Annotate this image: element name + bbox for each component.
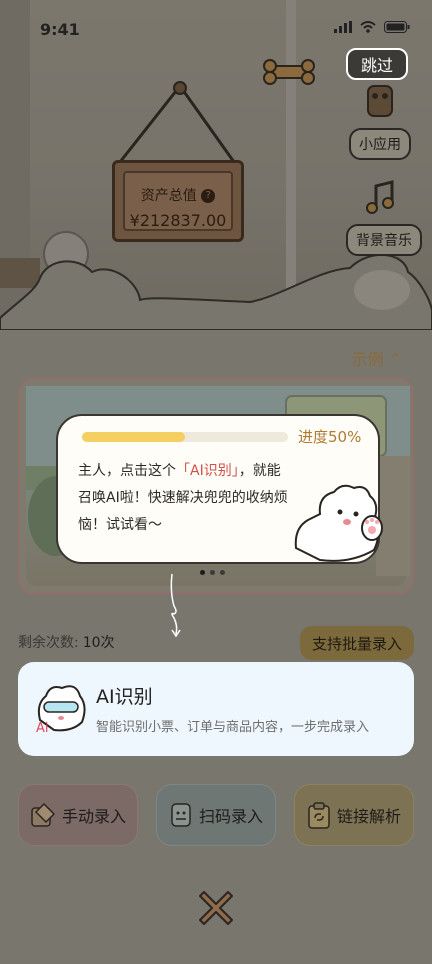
tooltip-text: 主人，点击这个「AI识别」，就能召唤AI啦！快速解决兜兜的收纳烦恼！试试看～: [78, 458, 288, 539]
status-time: 9:41: [40, 20, 80, 39]
progress-label: 进度50%: [298, 428, 362, 446]
ai-card-description: 智能识别小票、订单与商品内容，一步完成录入: [96, 720, 370, 735]
carousel-dot[interactable]: [210, 570, 215, 575]
remaining-value: 10次: [82, 635, 115, 651]
asset-sign: 资产总值 ? ¥212837.00: [112, 160, 244, 242]
scan-entry-label: 扫码录入: [198, 807, 263, 826]
tooltip-highlight: 「AI识别」: [176, 463, 239, 479]
status-icons: [334, 21, 410, 33]
guide-tooltip: 进度50% 主人，点击这个「AI识别」，就能召唤AI啦！快速解决兜兜的收纳烦恼！…: [56, 414, 383, 564]
close-icon[interactable]: [196, 888, 236, 928]
manual-entry-button[interactable]: 手动录入: [18, 784, 138, 846]
mini-apps-button[interactable]: 小应用: [346, 82, 414, 160]
tooltip-prefix: 主人，点击这个: [78, 463, 176, 479]
mini-apps-label: 小应用: [349, 128, 411, 160]
carousel-dots: [200, 570, 225, 575]
carousel-dot[interactable]: [220, 570, 225, 575]
carousel-dot[interactable]: [200, 570, 205, 575]
bgm-label: 背景音乐: [346, 224, 422, 256]
background-scene: 9:41 跳过 小应用 背景音乐 资产总值 ? ¥212837.00: [0, 0, 432, 330]
progress-fill: [82, 432, 185, 442]
scan-icon: [171, 803, 191, 827]
link-parse-button[interactable]: 链接解析: [294, 784, 414, 846]
music-note-icon: [366, 180, 394, 214]
manual-entry-label: 手动录入: [61, 807, 126, 826]
skip-button[interactable]: 跳过: [346, 48, 408, 80]
puppy-pair-icon: [367, 85, 393, 117]
example-toggle[interactable]: 示例 ⌃: [351, 346, 402, 370]
signal-icon: [334, 21, 352, 33]
asset-value: ¥212837.00: [129, 211, 227, 230]
progress-track: [82, 432, 288, 442]
remaining-label: 剩余次数:: [18, 635, 79, 651]
batch-entry-button[interactable]: 支持批量录入: [299, 626, 414, 660]
example-toggle-label: 示例: [351, 350, 384, 369]
pen-note-icon: [31, 802, 56, 827]
puppy-mascot-icon: [294, 484, 383, 562]
scan-entry-button[interactable]: 扫码录入: [156, 784, 276, 846]
remaining-count: 剩余次数: 10次: [18, 632, 115, 652]
battery-icon: [384, 21, 410, 33]
link-parse-label: 链接解析: [336, 807, 401, 826]
ai-recognition-card[interactable]: Ai AI识别 智能识别小票、订单与商品内容，一步完成录入: [18, 662, 414, 756]
pointer-arrow-icon: [170, 573, 181, 638]
clipboard-link-icon: [308, 802, 330, 829]
ai-puppy-icon: Ai: [36, 685, 86, 736]
asset-label: 资产总值: [140, 188, 197, 204]
chevron-up-icon: ⌃: [388, 350, 402, 369]
bgm-button[interactable]: 背景音乐: [346, 180, 422, 256]
entry-actions: 手动录入 扫码录入 链接解析: [18, 784, 414, 846]
wifi-icon: [360, 21, 376, 33]
ai-card-title: AI识别: [96, 686, 153, 708]
ai-badge: Ai: [36, 721, 49, 736]
help-icon[interactable]: ?: [201, 189, 216, 203]
